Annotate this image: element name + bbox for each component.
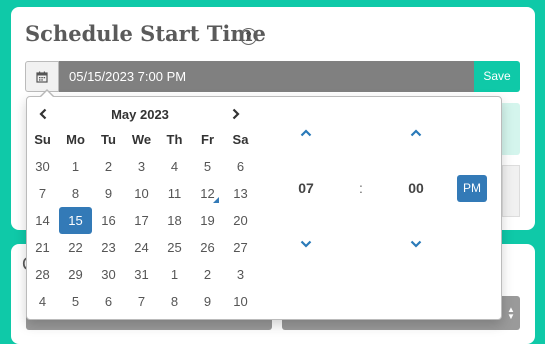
weekday-label: Tu	[101, 132, 116, 147]
calendar-day[interactable]: 6	[92, 288, 125, 315]
calendar-day[interactable]: 8	[59, 180, 92, 207]
calendar-day[interactable]: 9	[191, 288, 224, 315]
calendar-day[interactable]: 18	[158, 207, 191, 234]
am-pm-toggle-button[interactable]: PM	[457, 175, 487, 202]
calendar-day[interactable]: 5	[191, 153, 224, 180]
hour-decrement-button[interactable]	[296, 237, 316, 251]
calendar-day[interactable]: 10	[125, 180, 158, 207]
calendar-day[interactable]: 21	[26, 234, 59, 261]
calendar-day[interactable]: 17	[125, 207, 158, 234]
calendar-day[interactable]: 13	[224, 180, 257, 207]
page-title: Schedule Start Time	[25, 21, 266, 46]
chevron-right-icon	[232, 108, 240, 120]
select-spinner-icon: ▲ ▼	[507, 305, 515, 321]
calendar-icon	[36, 71, 48, 83]
calendar-week: 30 1 2 3 4 5 6	[26, 153, 257, 180]
weekday-label: Mo	[66, 132, 85, 147]
calendar-day[interactable]: 23	[92, 234, 125, 261]
weekday-label: We	[131, 132, 152, 147]
calendar-day[interactable]: 4	[26, 288, 59, 315]
weekday-label: Th	[166, 132, 183, 147]
calendar-day[interactable]: 2	[92, 153, 125, 180]
calendar-day[interactable]: 1	[59, 153, 92, 180]
calendar-day[interactable]: 30	[92, 261, 125, 288]
weekday-label: Su	[34, 132, 51, 147]
time-separator: :	[359, 180, 363, 196]
calendar-day[interactable]: 7	[26, 180, 59, 207]
calendar-day[interactable]: 10	[224, 288, 257, 315]
calendar-week: 14 15 16 17 18 19 20	[26, 207, 257, 234]
calendar-day[interactable]: 29	[59, 261, 92, 288]
prev-month-button[interactable]	[35, 106, 51, 122]
calendar-day[interactable]: 2	[191, 261, 224, 288]
hour-increment-button[interactable]	[296, 126, 316, 140]
minute-display[interactable]: 00	[396, 180, 436, 196]
weekday-label: Fr	[201, 132, 214, 147]
calendar-day[interactable]: 31	[125, 261, 158, 288]
hidden-option-panel	[502, 103, 520, 155]
popup-caret-inner	[41, 91, 53, 97]
calendar-day[interactable]: 14	[26, 207, 59, 234]
calendar-week: 4 5 6 7 8 9 10	[26, 288, 257, 315]
calendar-day[interactable]: 16	[92, 207, 125, 234]
calendar-day[interactable]: 6	[224, 153, 257, 180]
month-label[interactable]: May 2023	[103, 107, 177, 122]
calendar-day[interactable]: 25	[158, 234, 191, 261]
hour-display[interactable]: 07	[286, 180, 326, 196]
calendar-day[interactable]: 30	[26, 153, 59, 180]
calendar-toggle-button[interactable]	[25, 61, 59, 92]
calendar-day[interactable]: 3	[125, 153, 158, 180]
help-icon[interactable]: ?	[240, 28, 257, 45]
chevron-up-icon	[410, 129, 422, 137]
calendar-week: 28 29 30 31 1 2 3	[26, 261, 257, 288]
calendar-day[interactable]: 3	[224, 261, 257, 288]
calendar-day[interactable]: 11	[158, 180, 191, 207]
calendar-day-selected[interactable]: 15	[59, 207, 92, 234]
start-time-input[interactable]: 05/15/2023 7:00 PM	[59, 61, 474, 92]
chevron-up-icon	[300, 129, 312, 137]
calendar-grid: Su Mo Tu We Th Fr Sa 30 1 2 3 4 5 6 7 8 …	[26, 126, 257, 315]
calendar-day[interactable]: 19	[191, 207, 224, 234]
calendar-week: 7 8 9 10 11 12 13	[26, 180, 257, 207]
weekday-label: Sa	[232, 132, 249, 147]
chevron-down-icon	[300, 240, 312, 248]
hidden-option-panel-2	[502, 165, 520, 217]
calendar-day[interactable]: 1	[158, 261, 191, 288]
calendar-day[interactable]: 4	[158, 153, 191, 180]
chevron-left-icon	[39, 108, 47, 120]
save-button[interactable]: Save	[474, 61, 520, 92]
chevron-down-icon	[410, 240, 422, 248]
calendar-day[interactable]: 8	[158, 288, 191, 315]
calendar-day[interactable]: 7	[125, 288, 158, 315]
calendar-day-today[interactable]: 12	[191, 180, 224, 207]
calendar-day[interactable]: 24	[125, 234, 158, 261]
minute-decrement-button[interactable]	[406, 237, 426, 251]
calendar-day[interactable]: 22	[59, 234, 92, 261]
next-month-button[interactable]	[228, 106, 244, 122]
calendar-day[interactable]: 5	[59, 288, 92, 315]
calendar-week: 21 22 23 24 25 26 27	[26, 234, 257, 261]
calendar-day[interactable]: 27	[224, 234, 257, 261]
weekday-header-row: Su Mo Tu We Th Fr Sa	[26, 126, 257, 153]
calendar-day[interactable]: 20	[224, 207, 257, 234]
minute-increment-button[interactable]	[406, 126, 426, 140]
calendar-day[interactable]: 28	[26, 261, 59, 288]
calendar-day[interactable]: 9	[92, 180, 125, 207]
calendar-day[interactable]: 26	[191, 234, 224, 261]
